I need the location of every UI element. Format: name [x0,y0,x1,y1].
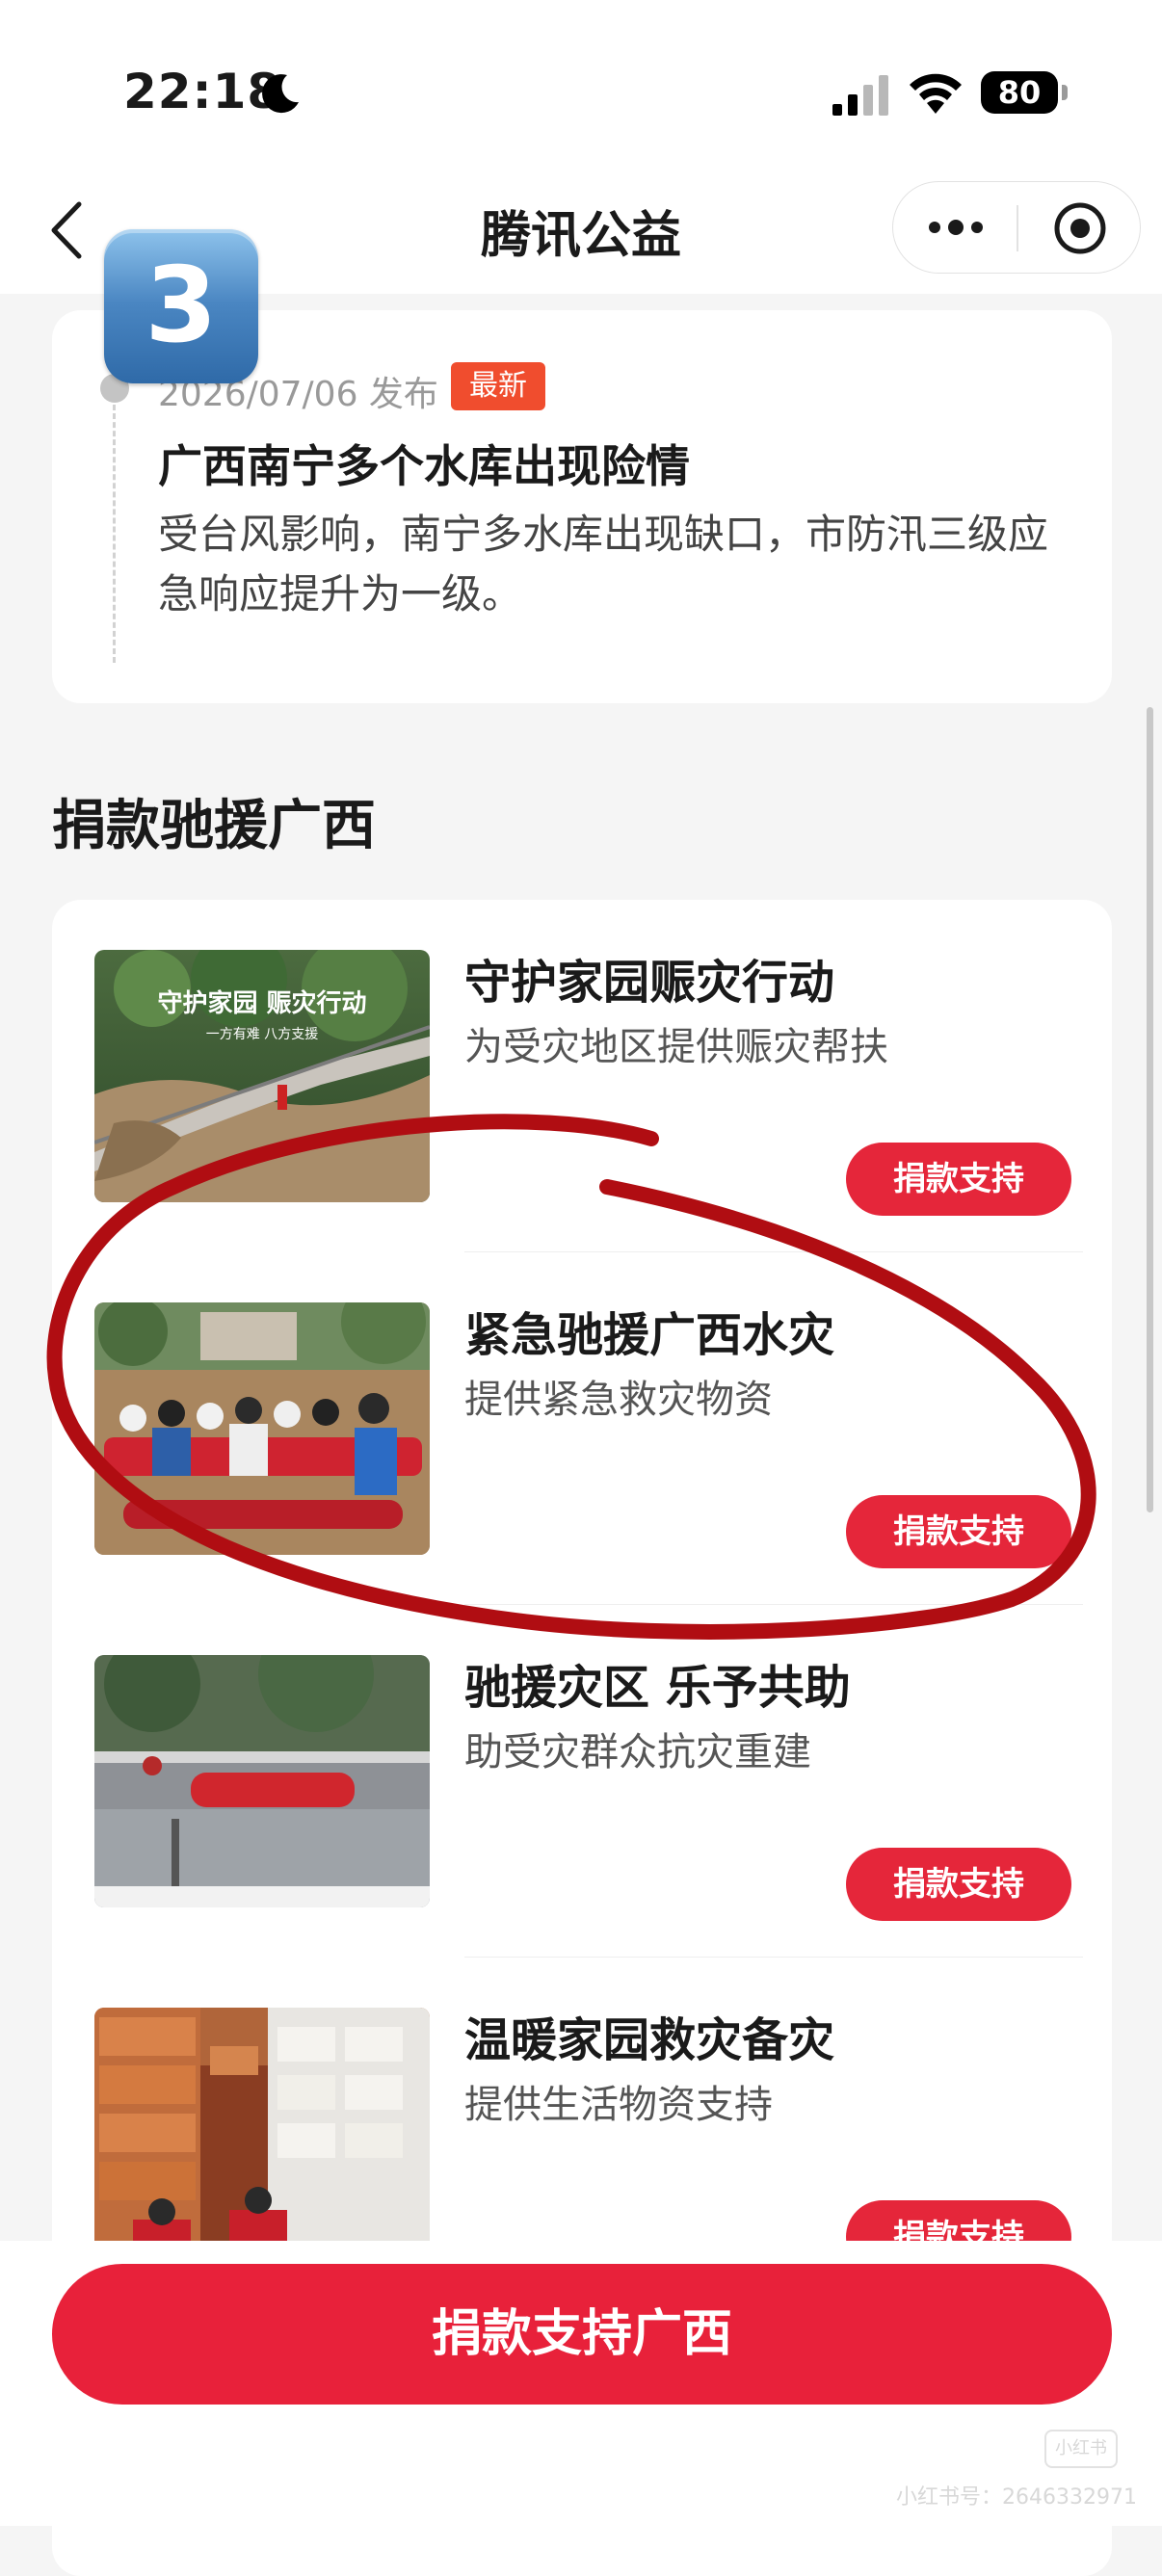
signal-icon [832,75,888,116]
project-subtitle: 提供生活物资支持 [464,2083,773,2127]
donate-button[interactable]: 捐款支持 [846,1848,1071,1921]
project-subtitle: 为受灾地区提供赈灾帮扶 [464,1025,888,1069]
project-title: 紧急驰援广西水灾 [464,1308,835,1362]
news-latest-tag: 最新 [451,362,545,410]
mini-program-capsule [892,181,1141,274]
close-icon[interactable] [1051,199,1109,257]
project-thumbnail [94,1302,430,1555]
project-item[interactable]: 守护家园 赈灾行动 一方有难 八方支援 守护家园赈灾行动 为受灾地区提供赈灾帮扶… [52,900,1112,1252]
thumb-caption: 守护家园 赈灾行动 [157,988,366,1018]
project-subtitle: 提供紧急救灾物资 [464,1378,773,1422]
news-description: 受台风影响，南宁多水库出现缺口，市防汛三级应急响应提升为一级。 [158,511,1049,618]
project-thumbnail [94,2008,430,2260]
wifi-icon [910,73,962,114]
donate-button[interactable]: 捐款支持 [846,1143,1071,1216]
section-title: 捐款驰援广西 [52,795,376,857]
more-icon[interactable] [926,211,986,244]
timeline-line [113,405,116,663]
news-title: 广西南宁多个水库出现险情 [158,440,690,492]
battery-icon: 80 [981,71,1058,114]
project-thumbnail: 守护家园 赈灾行动 一方有难 八方支援 [94,950,430,1202]
donate-button[interactable]: 捐款支持 [846,1495,1071,1568]
project-item[interactable]: 驰援灾区 乐予共助 助受灾群众抗灾重建 捐款支持 [52,1605,1112,1958]
battery-tip [1062,85,1068,100]
watermark-text: 小红书号：2646332971 [896,2485,1137,2510]
project-title: 温暖家园救灾备灾 [464,2013,835,2067]
moon-icon [262,74,299,114]
capsule-divider [1017,205,1018,251]
thumb-subcaption: 一方有难 八方支援 [206,1027,318,1042]
project-title: 驰援灾区 乐予共助 [464,1661,851,1715]
project-title: 守护家园赈灾行动 [464,956,835,1010]
bottom-action-bar: 捐款支持广西 小红书 小红书号：2646332971 [0,2241,1162,2526]
project-subtitle: 助受灾群众抗灾重建 [464,1730,811,1774]
scrollbar[interactable] [1147,707,1153,1512]
donate-guangxi-button[interactable]: 捐款支持广西 [52,2264,1112,2405]
project-thumbnail [94,1655,430,1907]
project-item[interactable]: 紧急驰援广西水灾 提供紧急救灾物资 捐款支持 [52,1252,1112,1605]
watermark-logo: 小红书 [1044,2430,1118,2468]
status-bar: 22:18 80 [0,0,1162,173]
step-number-badge: 3 [104,229,258,383]
